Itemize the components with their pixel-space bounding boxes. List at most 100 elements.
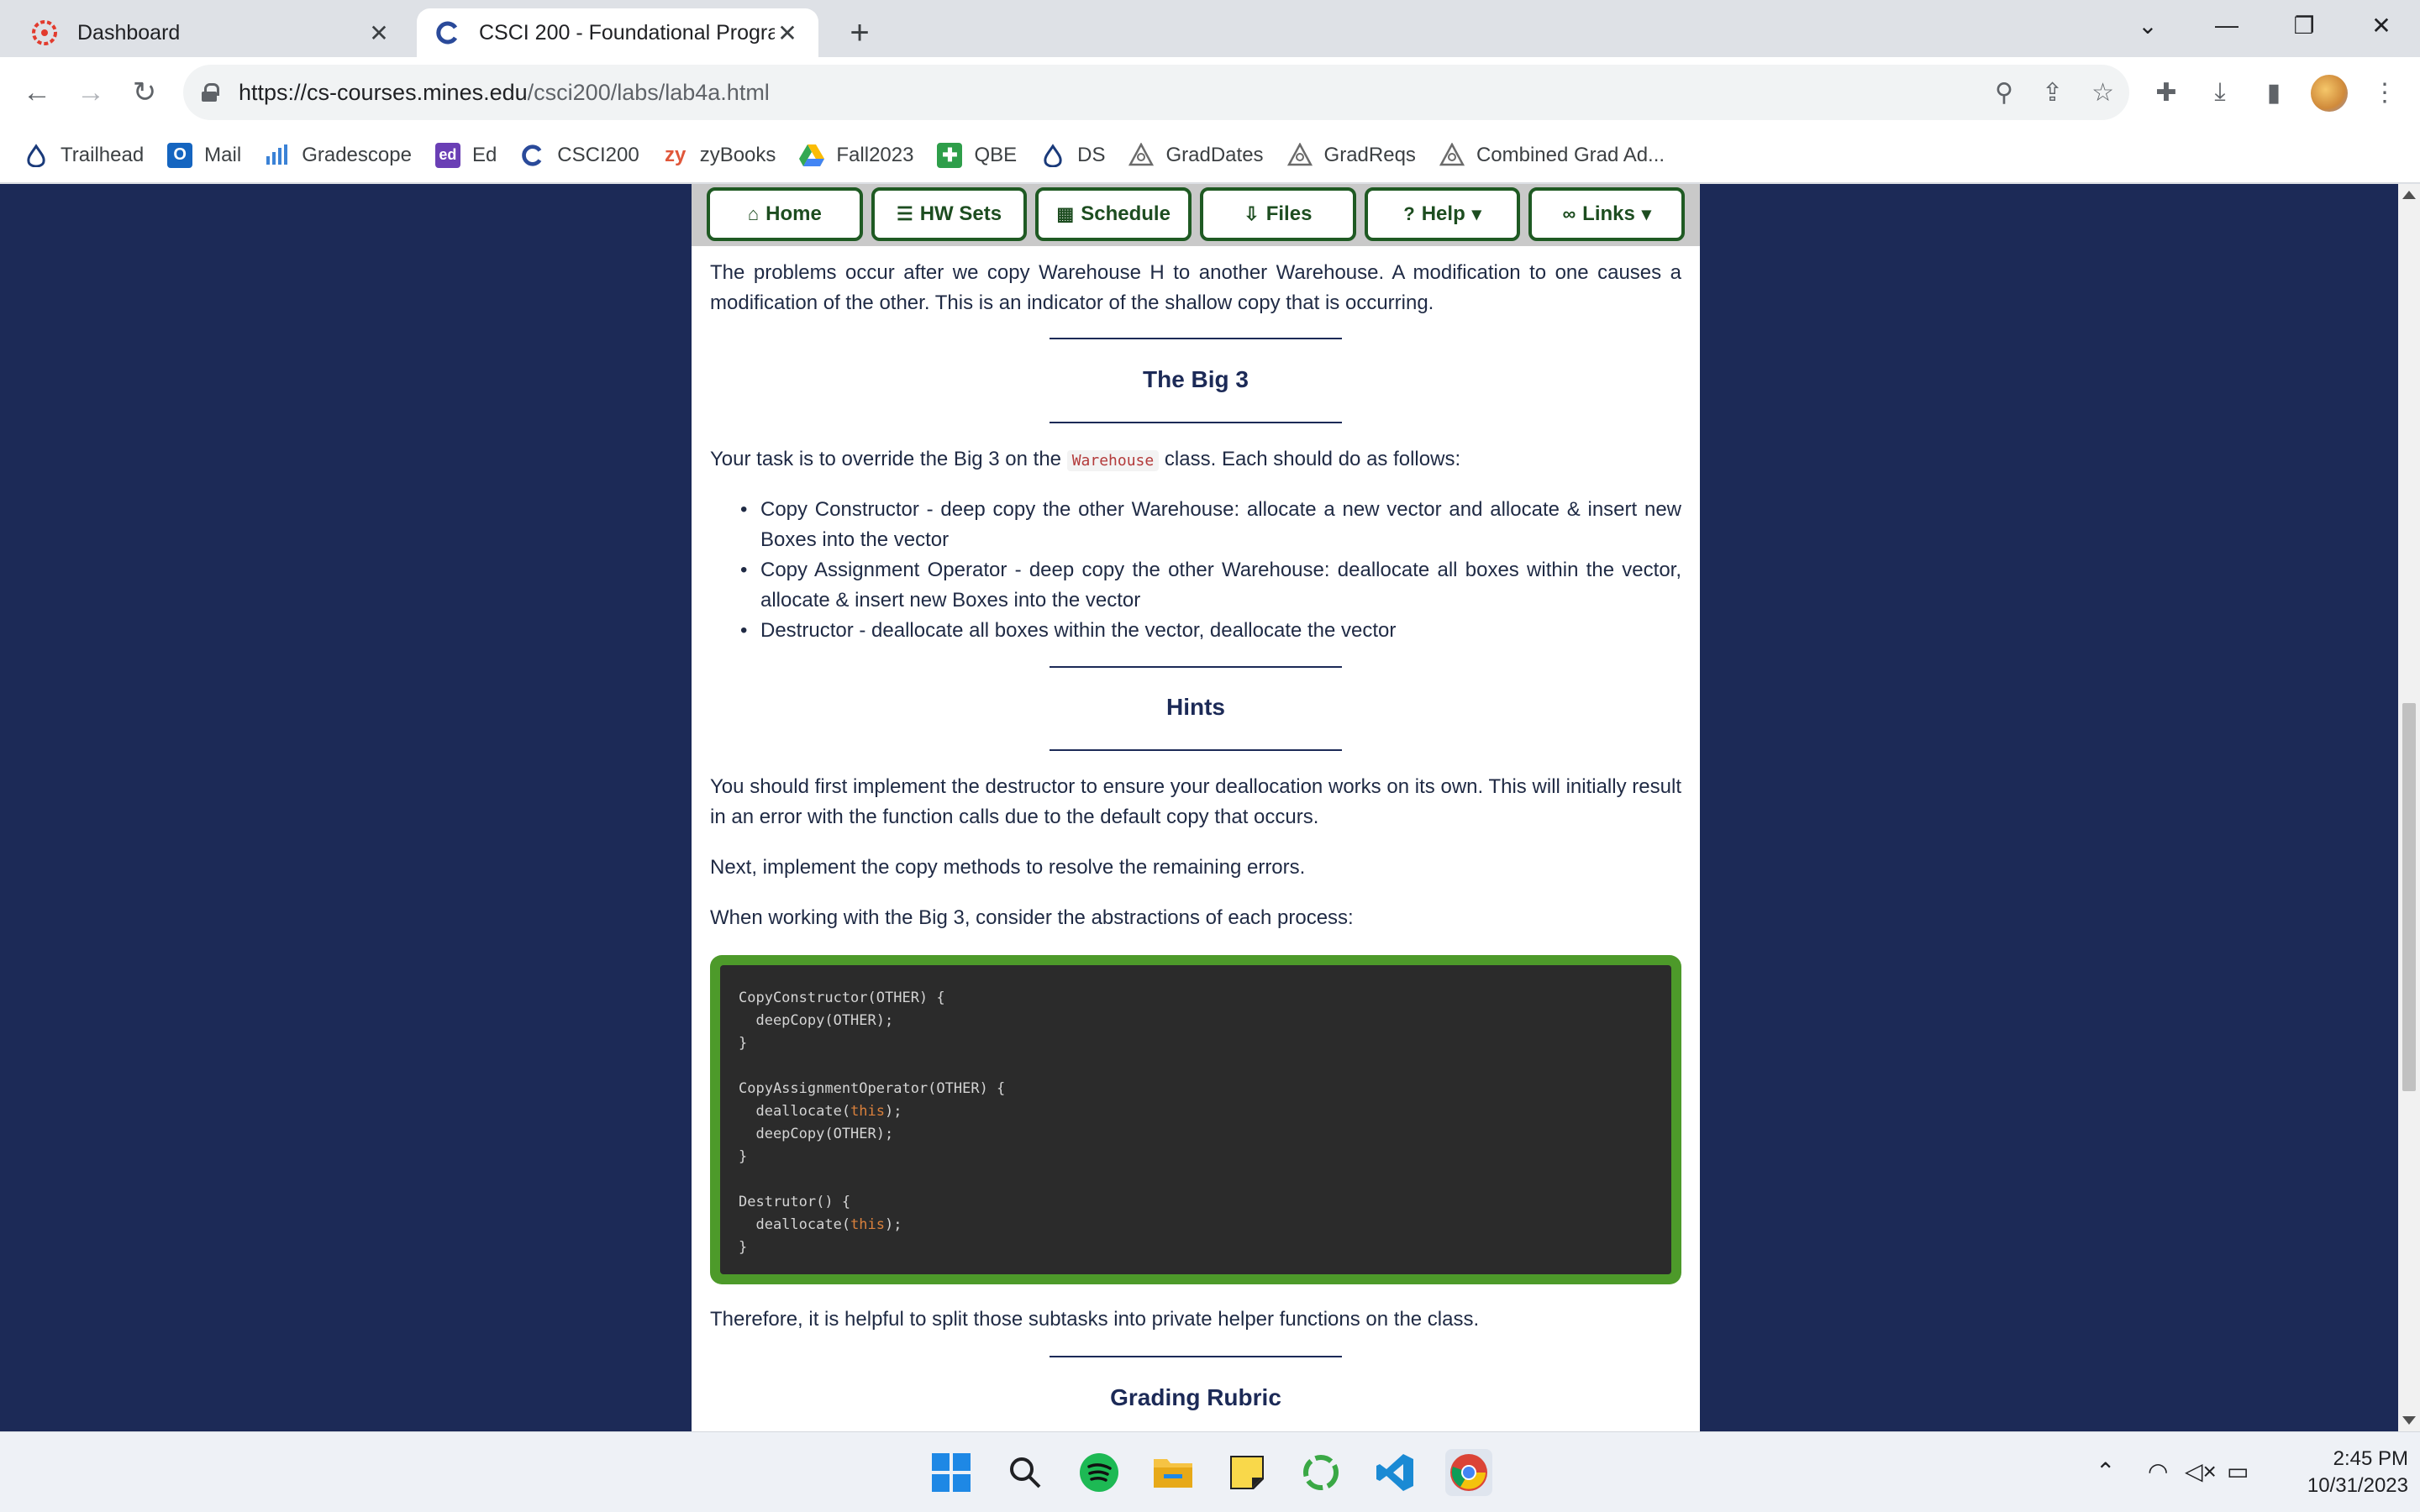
nav-files-button[interactable]: ⇩ Files bbox=[1200, 187, 1356, 241]
restore-icon[interactable]: ❐ bbox=[2274, 5, 2334, 45]
page-content: ⌂ Home ☰ HW Sets ▦ Schedule ⇩ Files ? Help ▾ ∞… bbox=[692, 184, 1700, 1431]
bookmark-ds[interactable]: DS bbox=[1040, 143, 1105, 168]
address-bar[interactable]: https://cs-courses.mines.edu/csci200/lab… bbox=[183, 65, 2129, 120]
show-hidden-icons-icon[interactable]: ⌃ bbox=[2096, 1457, 2115, 1485]
bookmark-ed[interactable]: ed Ed bbox=[434, 142, 497, 168]
bookmark-fall2023[interactable]: Fall2023 bbox=[799, 143, 913, 168]
wifi-icon[interactable]: ◠ bbox=[2148, 1457, 2168, 1485]
after-code-paragraph: Therefore, it is helpful to split those … bbox=[710, 1308, 1480, 1331]
lock-icon[interactable] bbox=[202, 83, 219, 102]
link-icon: ∞ bbox=[1562, 203, 1576, 224]
bookmark-combined-grad[interactable]: Combined Grad Ad... bbox=[1439, 142, 1665, 168]
tab-search-icon[interactable]: ⌄ bbox=[2118, 5, 2178, 45]
tab-title: Dashboard bbox=[77, 20, 181, 45]
forward-icon[interactable]: → bbox=[69, 71, 113, 114]
nav-hw-sets-button[interactable]: ☰ HW Sets bbox=[871, 187, 1028, 241]
bookmark-qbe[interactable]: ✚ QBE bbox=[937, 142, 1017, 168]
search-icon[interactable] bbox=[1002, 1449, 1049, 1496]
trailhead-icon bbox=[24, 143, 49, 168]
csci-icon bbox=[520, 143, 545, 168]
close-window-icon[interactable]: ✕ bbox=[2351, 5, 2412, 45]
zybooks-icon: zy bbox=[665, 143, 687, 166]
file-explorer-icon[interactable] bbox=[1150, 1449, 1197, 1496]
vscode-icon[interactable] bbox=[1371, 1449, 1418, 1496]
clock-time: 2:45 PM bbox=[2333, 1447, 2408, 1470]
battery-icon[interactable]: ▭ bbox=[2227, 1457, 2249, 1485]
code-block: CopyConstructor(OTHER) { deepCopy(OTHER)… bbox=[710, 955, 1681, 1284]
bookmark-csci200[interactable]: CSCI200 bbox=[520, 143, 639, 168]
calendar-icon: ▦ bbox=[1056, 203, 1075, 224]
tab-csci200[interactable]: CSCI 200 - Foundational Program ✕ bbox=[417, 8, 818, 57]
page-scrollbar[interactable] bbox=[2398, 184, 2420, 1431]
question-icon: ? bbox=[1403, 203, 1415, 224]
file-download-icon: ⇩ bbox=[1244, 203, 1260, 224]
url-text[interactable]: https://cs-courses.mines.edu/csci200/lab… bbox=[239, 80, 770, 106]
list-check-icon: ☰ bbox=[896, 203, 913, 224]
list-item: Destructor - deallocate all boxes within… bbox=[710, 616, 1681, 646]
bookmark-graddates[interactable]: GradDates bbox=[1128, 142, 1264, 168]
bookmark-trailhead[interactable]: Trailhead bbox=[24, 143, 144, 168]
spotify-icon[interactable] bbox=[1076, 1449, 1123, 1496]
warehouse-code: Warehouse bbox=[1066, 450, 1160, 471]
tab-dashboard[interactable]: Dashboard ✕ bbox=[12, 8, 410, 57]
clock[interactable]: 2:45 PM 10/31/2023 bbox=[2282, 1446, 2408, 1499]
mines-icon bbox=[1286, 142, 1313, 168]
bookmark-star-icon[interactable]: ☆ bbox=[2091, 78, 2114, 108]
scroll-up-icon[interactable] bbox=[2402, 191, 2416, 199]
close-tab-icon[interactable]: ✕ bbox=[366, 20, 392, 46]
scroll-thumb[interactable] bbox=[2402, 703, 2416, 1091]
close-tab-icon[interactable]: ✕ bbox=[775, 20, 800, 46]
caret-down-icon: ▾ bbox=[1471, 203, 1481, 224]
chrome-icon[interactable] bbox=[1445, 1449, 1492, 1496]
back-icon[interactable]: ← bbox=[15, 71, 59, 114]
hints-heading: Hints bbox=[1166, 694, 1225, 720]
hint-paragraph-1: You should first implement the destructo… bbox=[710, 775, 1681, 828]
divider bbox=[1050, 749, 1342, 751]
download-icon[interactable]: ⤓ bbox=[2200, 72, 2240, 113]
browser-toolbar: ← → ↻ https://cs-courses.mines.edu/csci2… bbox=[0, 57, 2420, 128]
side-panel-icon[interactable]: ▮ bbox=[2254, 72, 2294, 113]
hint-paragraph-2: Next, implement the copy methods to reso… bbox=[710, 856, 1306, 879]
rubric-heading: Grading Rubric bbox=[1110, 1384, 1281, 1410]
nav-links-button[interactable]: ∞ Links ▾ bbox=[1528, 187, 1686, 241]
course-nav: ⌂ Home ☰ HW Sets ▦ Schedule ⇩ Files ? Help ▾ ∞… bbox=[692, 184, 1700, 246]
bookmarks-bar: Trailhead O Mail Gradescope ed Ed CSCI20… bbox=[0, 128, 2420, 183]
profile-avatar[interactable] bbox=[2311, 75, 2348, 112]
csci-icon bbox=[436, 21, 458, 45]
bookmark-mail[interactable]: O Mail bbox=[167, 142, 241, 168]
code-content[interactable]: CopyConstructor(OTHER) { deepCopy(OTHER)… bbox=[720, 965, 1671, 1274]
tab-title: CSCI 200 - Foundational Program bbox=[479, 20, 775, 45]
mines-icon bbox=[1439, 142, 1465, 168]
menu-icon[interactable]: ⋮ bbox=[2365, 72, 2405, 113]
sticky-notes-icon[interactable] bbox=[1223, 1449, 1270, 1496]
windows-start-icon[interactable] bbox=[928, 1449, 975, 1496]
gradescope-icon bbox=[265, 143, 290, 168]
divider bbox=[1050, 1356, 1342, 1357]
bookmark-gradescope[interactable]: Gradescope bbox=[265, 143, 412, 168]
reload-icon[interactable]: ↻ bbox=[123, 71, 166, 114]
tab-strip: Dashboard ✕ CSCI 200 - Foundational Prog… bbox=[0, 0, 2420, 57]
nav-home-button[interactable]: ⌂ Home bbox=[707, 187, 863, 241]
list-item: Copy Constructor - deep copy the other W… bbox=[710, 495, 1681, 555]
minimize-icon[interactable]: — bbox=[2196, 5, 2257, 45]
extensions-icon[interactable]: ✚ bbox=[2146, 72, 2186, 113]
nav-schedule-button[interactable]: ▦ Schedule bbox=[1035, 187, 1192, 241]
taskbar: ⌃ ◠ ◁× ▭ 2:45 PM 10/31/2023 bbox=[0, 1431, 2420, 1512]
home-icon: ⌂ bbox=[747, 203, 760, 224]
page-viewport: ⌂ Home ☰ HW Sets ▦ Schedule ⇩ Files ? Help ▾ ∞… bbox=[0, 184, 2398, 1431]
bookmark-zybooks[interactable]: zy zyBooks bbox=[663, 143, 776, 168]
sync-app-icon[interactable] bbox=[1297, 1449, 1344, 1496]
divider bbox=[1050, 666, 1342, 668]
bookmark-gradreqs[interactable]: GradReqs bbox=[1286, 142, 1416, 168]
trailhead-icon bbox=[1040, 143, 1065, 168]
ed-icon: ed bbox=[434, 142, 460, 168]
share-icon[interactable]: ⇪ bbox=[2042, 78, 2063, 108]
mines-icon bbox=[1128, 142, 1155, 168]
intro-paragraph: The problems occur after we copy Warehou… bbox=[710, 261, 1681, 314]
nav-help-button[interactable]: ? Help ▾ bbox=[1364, 187, 1521, 241]
outlook-icon: O bbox=[167, 142, 193, 168]
new-tab-icon[interactable]: + bbox=[839, 12, 881, 54]
scroll-down-icon[interactable] bbox=[2402, 1416, 2416, 1425]
zoom-icon[interactable]: ⚲ bbox=[1995, 78, 2013, 108]
volume-muted-icon[interactable]: ◁× bbox=[2185, 1457, 2217, 1485]
